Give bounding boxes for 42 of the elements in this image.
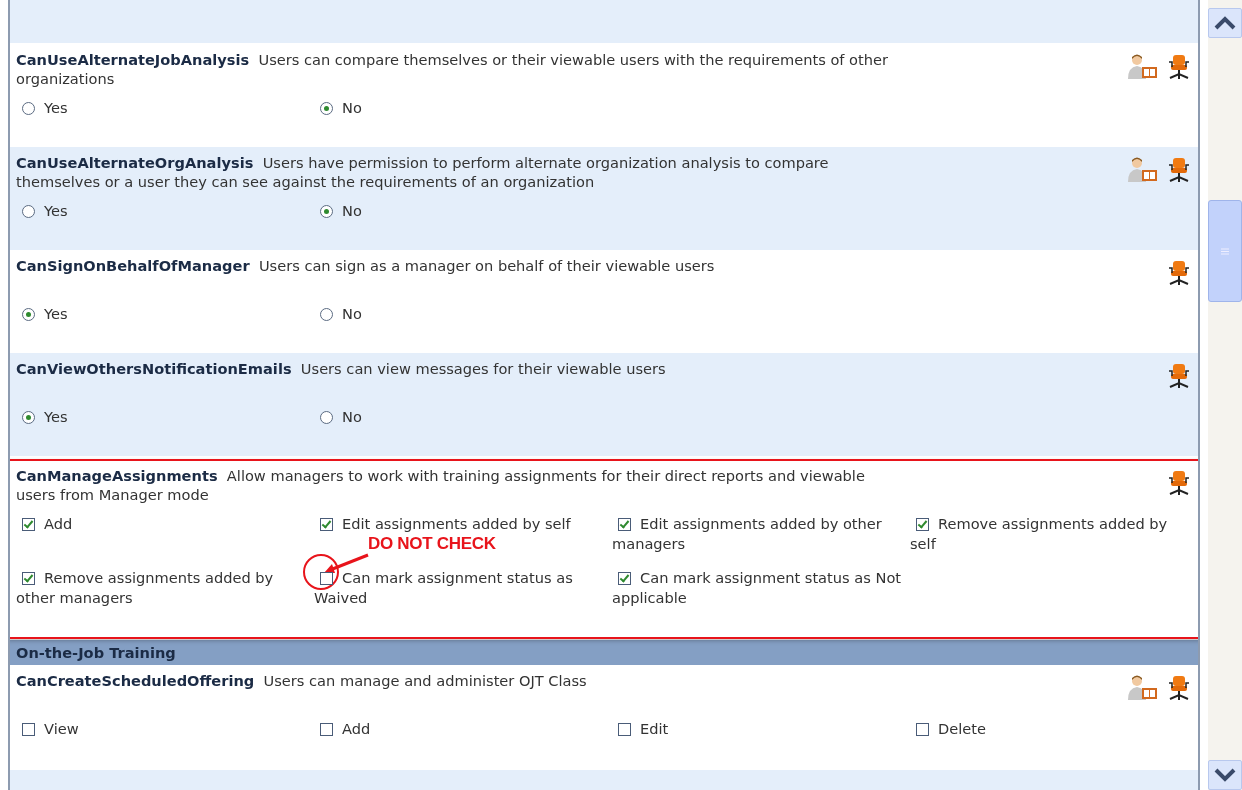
radio-option[interactable]: No [314, 407, 362, 427]
checkbox-option[interactable]: Add [16, 514, 73, 534]
person-with-book-icon[interactable] [1128, 54, 1158, 80]
office-chair-icon[interactable] [1168, 470, 1190, 496]
radio-option[interactable]: Yes [16, 98, 68, 118]
chevron-down-icon [1214, 768, 1236, 782]
checkbox-option[interactable]: Can mark assignment status as Not applicable [612, 568, 910, 608]
office-chair-icon[interactable] [1168, 157, 1190, 183]
section-header: On-the-Job Training [10, 640, 1198, 665]
office-chair-icon[interactable] [1168, 675, 1190, 701]
checkbox-option[interactable]: Can mark assignment status as Waived [314, 568, 612, 608]
radio-option[interactable]: Yes [16, 304, 68, 324]
office-chair-icon[interactable] [1168, 363, 1190, 389]
office-chair-icon[interactable] [1168, 54, 1190, 80]
checkbox-option[interactable]: Edit assignments added by other managers [612, 514, 910, 554]
permission-description: CanSignOnBehalfOfManager Users can sign as a manager on behalf of their viewable users [16, 256, 716, 276]
office-chair-icon[interactable] [1168, 260, 1190, 286]
checkbox-option[interactable]: Add [314, 719, 371, 739]
checkbox-option[interactable]: View [16, 719, 79, 739]
permission-description: CanCreateScheduledOffering Users can manage and administer OJT Class [16, 671, 588, 691]
person-with-book-icon[interactable] [1128, 675, 1158, 701]
permission-description: CanViewOthersNotificationEmails Users can view messages for their viewable users [16, 359, 667, 379]
radio-option[interactable]: No [314, 201, 362, 221]
checkbox-option[interactable]: Remove assignments added by other managers [16, 568, 314, 608]
permission-description: CanUseAlternateOrgAnalysis Users have permission to perform alternate organization analysis to compare themselves or a user they can see against the requirements of an organization [16, 153, 830, 192]
scroll-down-button[interactable] [1208, 760, 1242, 790]
radio-option[interactable]: Yes [16, 201, 68, 221]
radio-option[interactable]: No [314, 304, 362, 324]
scroll-thumb[interactable] [1208, 200, 1242, 302]
annotation-label: DO NOT CHECK [368, 534, 496, 554]
scroll-up-button[interactable] [1208, 8, 1242, 38]
checkbox-option[interactable]: Edit [612, 719, 669, 739]
checkbox-option[interactable]: Remove assignments added by self [910, 514, 1180, 554]
checkbox-option[interactable]: Delete [910, 719, 986, 739]
permission-description: CanManageAssignments Allow managers to work with training assignments for their direct reports and viewable users from Manager mode [16, 466, 866, 505]
permission-description: CanUseAlternateJobAnalysis Users can compare themselves or their viewable users with the requirements of other organizations [16, 50, 889, 89]
chevron-up-icon [1214, 16, 1236, 30]
checkbox-option[interactable]: Edit assignments added by self [314, 514, 571, 534]
scrollbar[interactable] [1208, 0, 1242, 790]
radio-option[interactable]: No [314, 98, 362, 118]
radio-option[interactable]: Yes [16, 407, 68, 427]
person-with-book-icon[interactable] [1128, 157, 1158, 183]
